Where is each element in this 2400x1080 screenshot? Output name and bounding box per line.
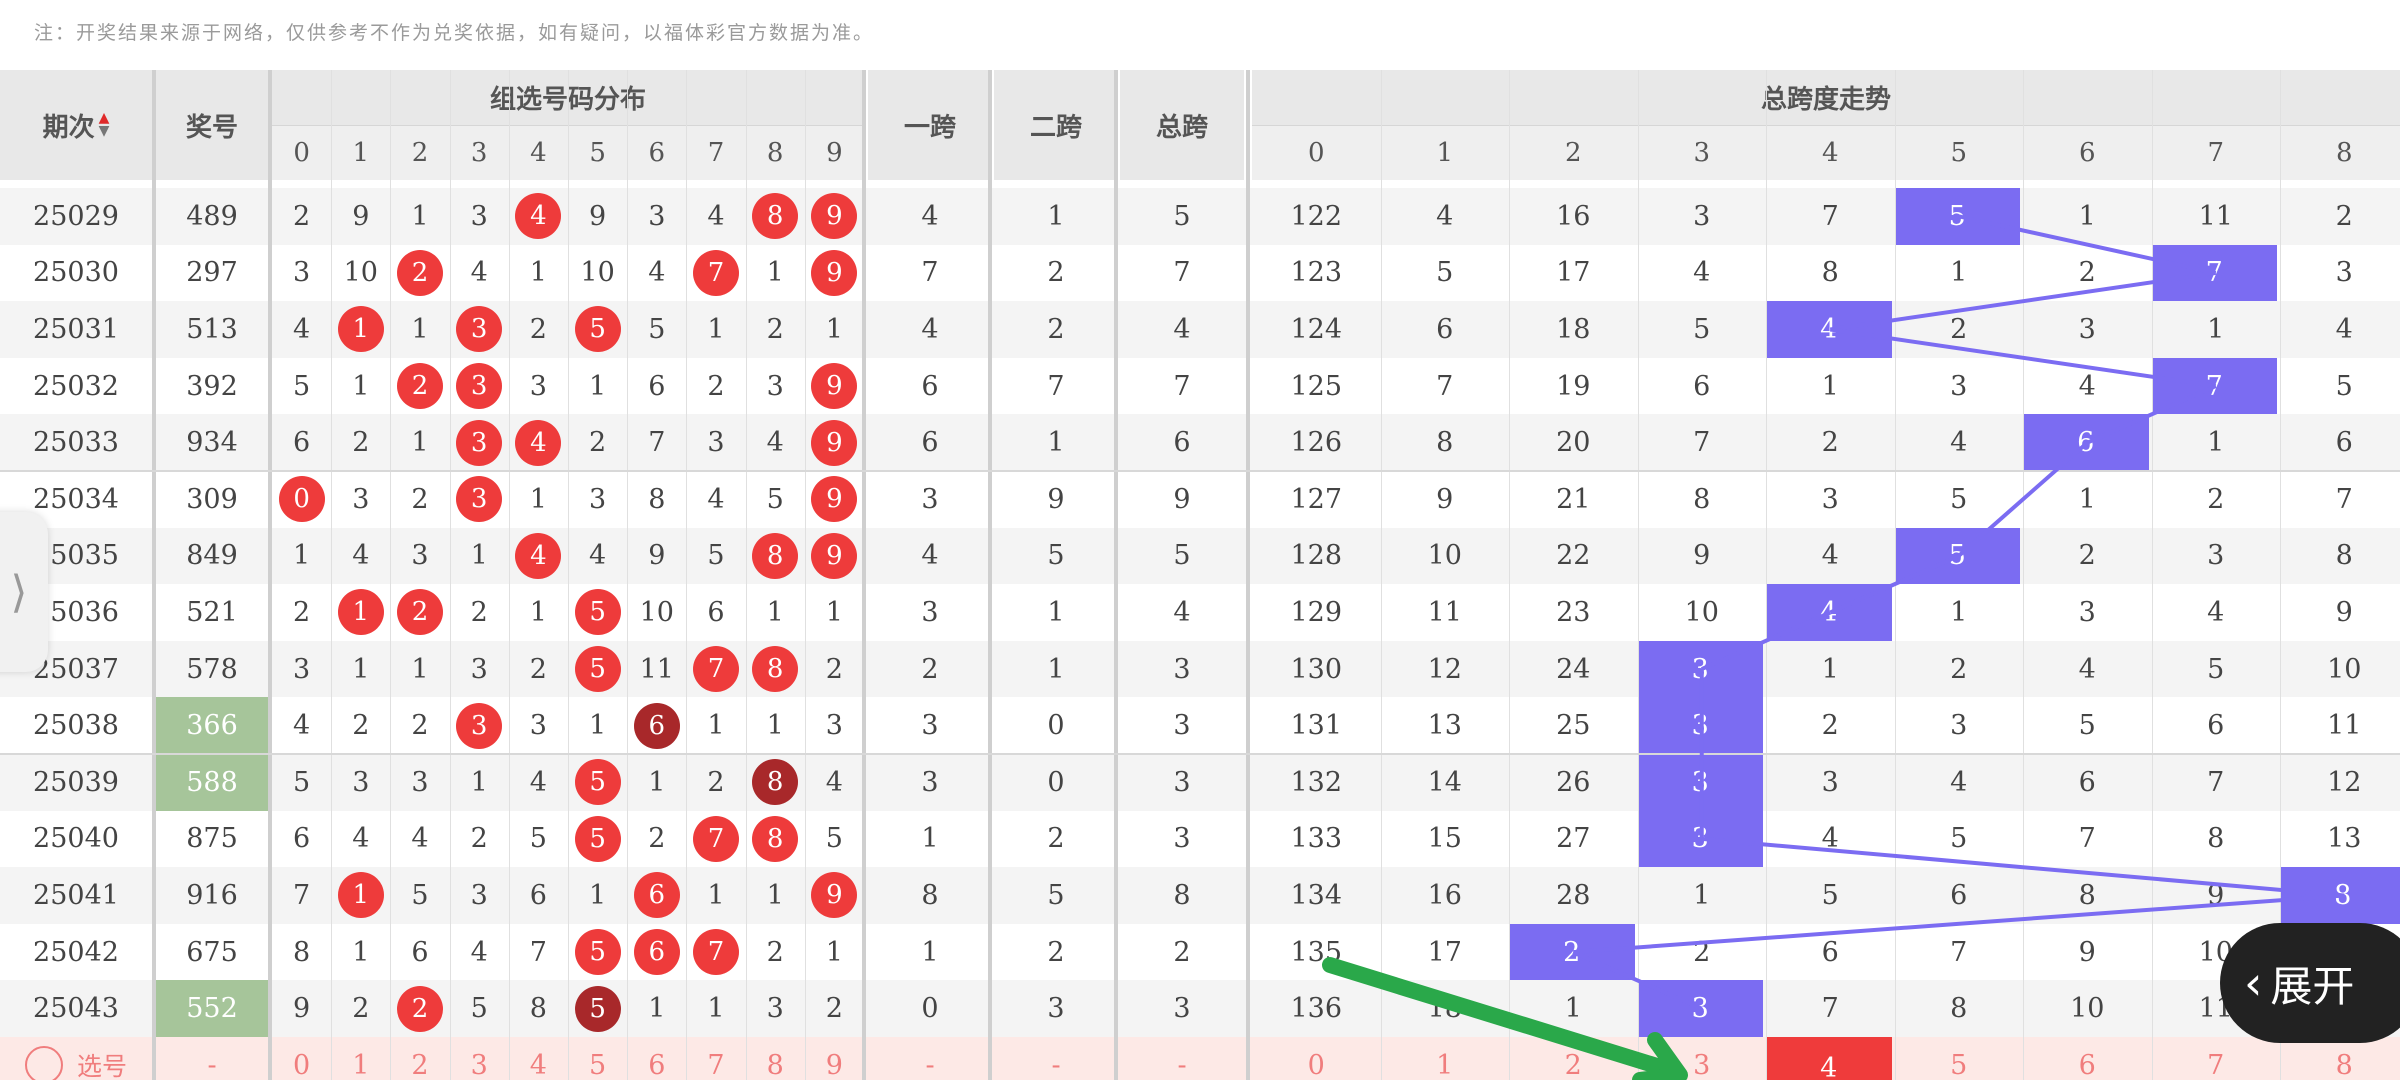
trend-connector: [1701, 836, 2345, 898]
disclaimer-note: 注：开奖结果来源于网络，仅供参考不作为兑奖依据，如有疑问，以福体彩官方数据为准。: [34, 22, 875, 44]
trend-connector: [1829, 270, 2217, 332]
expand-button-label: 展开: [2270, 961, 2355, 1011]
trend-connector: [1958, 214, 2217, 275]
span-trend-lines: [1322, 214, 2345, 1080]
trend-connector: [1957, 441, 2089, 558]
annotation-arrow: [1322, 957, 1688, 1080]
trend-connector: [1829, 327, 2217, 389]
trend-connector: [1700, 610, 1832, 671]
trend-table: 期次 ▲ ▼ 奖号 组选号码分布 0 1 2 3 4 5 6 7 8 9 一跨 二跨 总跨 总跨度走势 0 1 2 3 4 5 6…: [0, 70, 2400, 1080]
chevron-left-icon: ‹: [2244, 956, 2263, 1010]
expand-button[interactable]: ‹ 展开: [2220, 923, 2400, 1043]
chevron-right-icon: ⟩: [10, 566, 28, 618]
trend-connector: [2086, 384, 2217, 445]
side-drawer-tab[interactable]: ⟩: [0, 512, 48, 672]
trend-connector: [1572, 950, 1703, 1011]
trend-connector: [1829, 554, 1960, 615]
trend-connector: [1573, 893, 2345, 955]
